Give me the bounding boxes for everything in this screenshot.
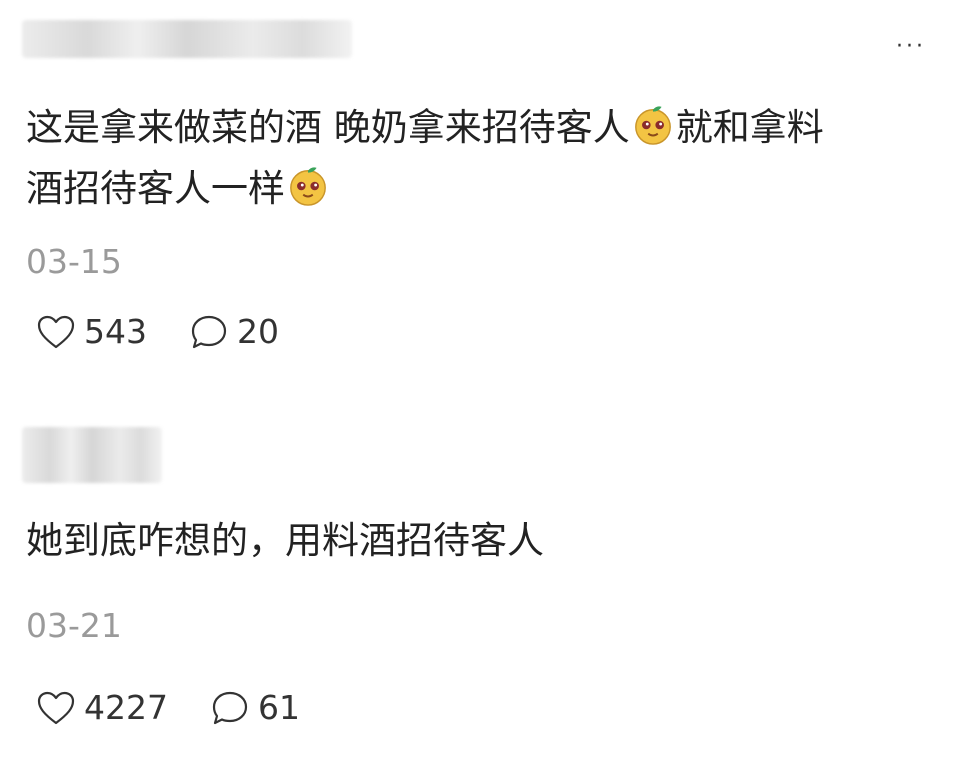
peach-face-emoji-icon: [634, 106, 671, 145]
heart-icon: [37, 691, 75, 724]
reply-count: 20: [237, 312, 279, 351]
more-icon[interactable]: ···: [896, 34, 926, 59]
like-count: 4227: [84, 688, 168, 727]
comment-bubble-icon: [191, 315, 227, 348]
comment-text: 这是拿来做菜的酒 晚奶拿来招待客人 就和拿料 酒招待客人一样: [26, 97, 930, 219]
username-blurred: [22, 427, 162, 483]
comment-text-part: 这是拿来做菜的酒 晚奶拿来招待客人: [26, 106, 630, 149]
reply-button[interactable]: 20: [189, 312, 279, 351]
reply-count: 61: [257, 688, 300, 727]
comment-item: 她到底咋想的，用料酒招待客人 03-21 4227 61: [0, 400, 960, 779]
comment-text-part: 酒招待客人一样: [26, 167, 285, 210]
comment-actions: 4227 61: [36, 688, 342, 727]
comment-date: 03-21: [26, 606, 122, 645]
comment-date: 03-15: [26, 242, 122, 281]
like-button[interactable]: 543: [36, 312, 147, 351]
comment-item: ··· 这是拿来做菜的酒 晚奶拿来招待客人 就和拿料 酒招待客人一样 03-15…: [0, 0, 960, 400]
comment-text-part: 就和拿料: [675, 106, 824, 149]
comment-bubble-icon: [212, 691, 248, 724]
comment-text: 她到底咋想的，用料酒招待客人: [26, 519, 544, 562]
comment-actions: 543 20: [36, 312, 321, 351]
reply-button[interactable]: 61: [210, 688, 300, 727]
like-count: 543: [84, 312, 147, 351]
heart-icon: [37, 315, 75, 348]
like-button[interactable]: 4227: [36, 688, 168, 727]
username-blurred: [22, 20, 352, 58]
peach-face-emoji-icon: [290, 167, 326, 206]
